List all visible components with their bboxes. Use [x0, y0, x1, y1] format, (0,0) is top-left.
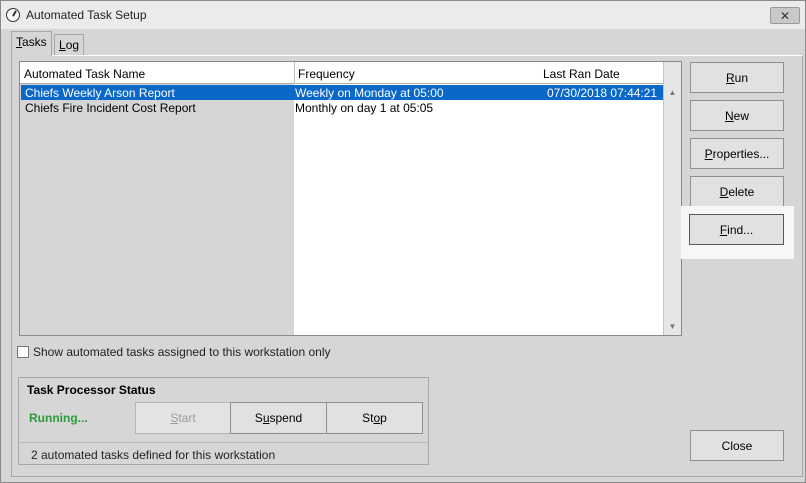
run-button[interactable]: Run	[690, 62, 784, 93]
new-mnemonic: N	[724, 108, 734, 123]
suspend-label-pre: S	[254, 411, 263, 425]
automated-task-setup-window: Automated Task Setup ✕ Tasks Log Automat…	[0, 0, 806, 483]
stop-button[interactable]: Stop	[326, 402, 423, 434]
find-label: ind...	[727, 222, 754, 237]
status-divider	[19, 442, 428, 443]
task-processor-status-group: Task Processor Status Running... Start S…	[18, 377, 429, 465]
tab-tasks[interactable]: Tasks	[11, 31, 52, 56]
stop-label-pre: St	[362, 411, 374, 425]
start-label: tart	[178, 411, 196, 425]
stop-label-rest: p	[380, 411, 387, 425]
tab-tasks-label: asks	[22, 35, 47, 49]
properties-label: roperties...	[712, 146, 770, 161]
suspend-mnemonic: u	[262, 411, 270, 425]
delete-button[interactable]: Delete	[690, 176, 784, 207]
window-title: Automated Task Setup	[26, 8, 147, 22]
table-row[interactable]: Chiefs Weekly Arson Report Weekly on Mon…	[21, 85, 663, 100]
run-label: un	[734, 70, 749, 85]
task-name-cell: Chiefs Weekly Arson Report	[25, 86, 175, 100]
delete-mnemonic: D	[719, 184, 729, 199]
new-button[interactable]: New	[690, 100, 784, 131]
new-label: ew	[733, 108, 749, 123]
tab-log[interactable]: Log	[54, 34, 85, 55]
task-name-cell: Chiefs Fire Incident Cost Report	[25, 101, 196, 115]
tab-log-mnemonic: L	[59, 38, 66, 52]
properties-button[interactable]: Properties...	[690, 138, 784, 169]
tab-log-label: og	[65, 38, 80, 52]
processor-state-text: Running...	[29, 411, 88, 425]
list-body-background	[294, 84, 663, 335]
list-header: Automated Task Name Frequency Last Ran D…	[20, 62, 663, 84]
title-bar: Automated Task Setup ✕	[1, 1, 805, 29]
column-header-frequency[interactable]: Frequency	[298, 67, 355, 81]
column-divider[interactable]	[294, 62, 295, 84]
frequency-cell: Monthly on day 1 at 05:05	[295, 101, 434, 115]
window-close-button[interactable]: ✕	[770, 7, 800, 24]
task-count-text: 2 automated tasks defined for this works…	[31, 448, 276, 462]
table-row[interactable]: Chiefs Fire Incident Cost Report Monthly…	[21, 100, 663, 115]
frequency-cell: Weekly on Monday at 05:00	[295, 86, 444, 100]
column-header-task-name[interactable]: Automated Task Name	[24, 67, 145, 81]
find-button[interactable]: Find...	[689, 214, 784, 245]
properties-mnemonic: P	[704, 146, 713, 161]
close-button[interactable]: Close	[690, 430, 784, 461]
vertical-scrollbar[interactable]: ▲ ▼	[663, 62, 681, 335]
suspend-button[interactable]: Suspend	[230, 402, 327, 434]
scroll-up-icon[interactable]: ▲	[665, 85, 680, 100]
run-mnemonic: R	[725, 70, 735, 85]
last-ran-cell: 07/30/2018 07:44:21	[547, 86, 658, 100]
scroll-down-icon[interactable]: ▼	[665, 319, 680, 334]
delete-label: elete	[728, 184, 755, 199]
start-button[interactable]: Start	[135, 402, 231, 434]
status-group-title: Task Processor Status	[27, 383, 156, 397]
clock-icon	[6, 8, 20, 22]
suspend-label-rest: spend	[269, 411, 303, 425]
close-icon: ✕	[779, 9, 791, 23]
workstation-only-checkbox[interactable]	[17, 346, 29, 358]
task-list[interactable]: Automated Task Name Frequency Last Ran D…	[19, 61, 682, 336]
column-header-last-ran[interactable]: Last Ran Date	[543, 67, 620, 81]
workstation-only-label[interactable]: Show automated tasks assigned to this wo…	[33, 345, 331, 359]
